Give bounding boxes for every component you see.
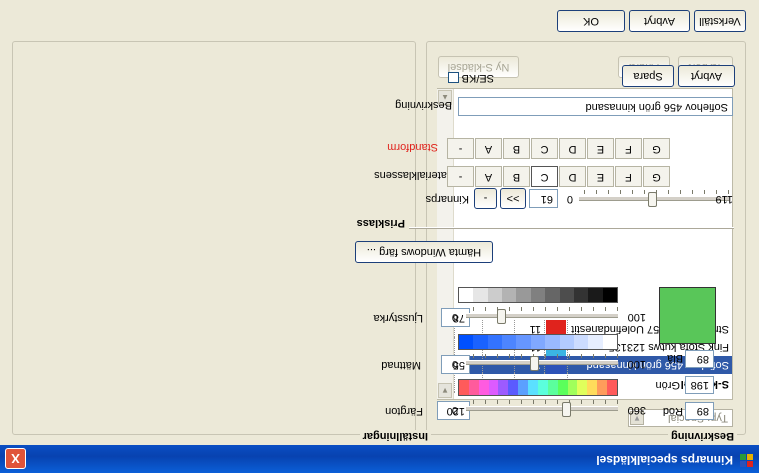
hue-slider[interactable] — [466, 399, 618, 419]
hue-min-label: 0 — [451, 404, 458, 416]
description-label: Beskrivning — [395, 99, 452, 111]
stand-form-option[interactable]: A — [475, 138, 502, 159]
window-title: Kinnarps specialklädsel — [596, 453, 733, 467]
kinnarps-label: Kinnarps — [425, 193, 469, 205]
app-icon — [739, 453, 753, 467]
material-class-option[interactable]: G — [643, 166, 670, 187]
kinnarps-field[interactable]: 61 — [529, 189, 558, 208]
stand-form-option[interactable]: - — [447, 138, 474, 159]
red-field[interactable]: 89 — [685, 402, 714, 420]
hue-max-label: 360 — [627, 404, 646, 416]
material-class-option[interactable]: C — [531, 166, 558, 187]
lightness-slider[interactable] — [466, 306, 618, 326]
kinnarps-minus-button[interactable]: - — [474, 188, 497, 209]
description-group-legend: Beskrivning — [668, 430, 737, 442]
cancel-button[interactable]: Avbryt — [629, 10, 690, 32]
kinnarps-next-button[interactable]: >> — [500, 188, 526, 209]
close-icon[interactable]: X — [5, 448, 26, 469]
settings-group — [12, 41, 416, 435]
saturation-slider-thumb[interactable] — [530, 356, 539, 371]
stand-form-option[interactable]: F — [615, 138, 642, 159]
saturation-gradient-bar — [458, 334, 618, 350]
save-button[interactable]: Spara — [622, 65, 674, 87]
description-field[interactable]: Sofiehov 456 grön kinnasand — [458, 97, 733, 116]
material-class-option[interactable]: D — [559, 166, 586, 187]
saturation-min-label: 0 — [451, 358, 458, 370]
stand-form-option[interactable]: G — [643, 138, 670, 159]
lightness-min-label: 0 — [451, 311, 458, 323]
material-class-option[interactable]: - — [447, 166, 474, 187]
dialog-window: Kinnarps specialklädsel X Beskrivning Ty… — [0, 0, 759, 473]
material-class-option[interactable]: F — [615, 166, 642, 187]
ok-button[interactable]: OK — [557, 10, 625, 32]
sekb-label: SE/KB — [461, 72, 494, 84]
stand-form-option[interactable]: B — [503, 138, 530, 159]
lightness-max-label: 100 — [627, 311, 646, 323]
red-label: Röd — [662, 405, 683, 417]
apply-button[interactable]: Verkställ — [694, 10, 746, 32]
material-class-option[interactable]: A — [475, 166, 502, 187]
stand-form-selector[interactable]: GFEDCBA- — [446, 138, 670, 159]
price-class-label: Prisklass — [356, 217, 405, 229]
lightness-gradient-bar — [458, 287, 618, 303]
price-class-divider — [409, 227, 734, 229]
material-class-selector[interactable]: GFEDCBA- — [446, 166, 670, 187]
green-field[interactable]: 198 — [685, 376, 714, 394]
title-bar: Kinnarps specialklädsel X — [0, 445, 759, 473]
saturation-slider[interactable] — [466, 353, 618, 373]
stand-form-label: Standform — [387, 141, 438, 153]
stand-form-option[interactable]: C — [531, 138, 558, 159]
sekb-checkbox[interactable] — [448, 72, 459, 83]
lightness-slider-thumb[interactable] — [497, 309, 506, 324]
color-preview — [659, 287, 716, 344]
material-class-option[interactable]: B — [503, 166, 530, 187]
scroll-down-icon[interactable]: ▼ — [438, 383, 452, 398]
material-class-label: Materialklassens — [374, 169, 456, 181]
saturation-max-label: 100 — [627, 358, 646, 370]
blue-field[interactable]: 89 — [685, 350, 714, 368]
blue-label: Blå — [667, 352, 683, 364]
kinnarps-min-label: 0 — [566, 193, 573, 205]
cancel-edit-button[interactable]: Avbryt — [678, 65, 735, 87]
stand-form-option[interactable]: E — [587, 138, 614, 159]
settings-group-legend: Inställningar — [359, 430, 431, 442]
hue-slider-thumb[interactable] — [562, 402, 571, 417]
windows-color-button[interactable]: Hämta Windows färg ... — [355, 241, 493, 263]
kinnarps-slider[interactable] — [579, 189, 729, 209]
lightness-label: Ljusstyrka — [373, 312, 423, 324]
hue-gradient-bar — [458, 379, 618, 396]
green-label: Grön — [655, 379, 680, 391]
kinnarps-slider-thumb[interactable] — [648, 192, 657, 207]
hue-label: Färgton — [385, 405, 423, 417]
saturation-label: Mättnad — [381, 359, 421, 371]
kinnarps-max-label: 119 — [715, 193, 733, 205]
material-class-option[interactable]: E — [587, 166, 614, 187]
stand-form-option[interactable]: D — [559, 138, 586, 159]
